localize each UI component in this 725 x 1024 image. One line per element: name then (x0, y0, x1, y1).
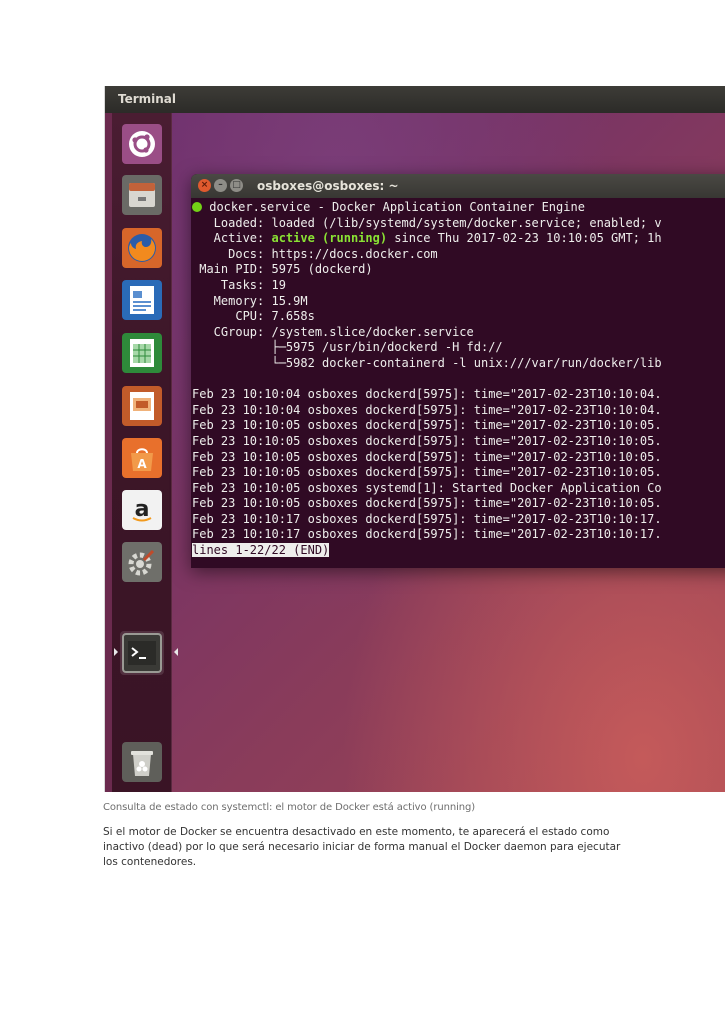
launcher-item-writer[interactable] (120, 278, 164, 322)
settings-icon (122, 542, 162, 582)
software-center-icon: A (122, 438, 162, 478)
terminal-line: Docs: https://docs.docker.com (192, 246, 438, 261)
terminal-line: CGroup: /system.slice/docker.service (192, 324, 474, 339)
close-icon[interactable]: × (198, 179, 211, 192)
amazon-icon: a (122, 490, 162, 530)
launcher-item-terminal[interactable] (120, 631, 164, 675)
terminal-title: osboxes@osboxes: ~ (257, 179, 399, 193)
active-status: active (running) (271, 231, 388, 246)
terminal-line: Feb 23 10:10:05 osboxes systemd[1]: Star… (192, 480, 662, 495)
launcher-item-calc[interactable] (120, 331, 164, 375)
launcher-item-firefox[interactable] (120, 226, 164, 270)
terminal-line: Feb 23 10:10:05 osboxes dockerd[5975]: t… (192, 465, 662, 480)
terminal-line: Feb 23 10:10:05 osboxes dockerd[5975]: t… (192, 433, 662, 448)
terminal-line: Main PID: 5975 (dockerd) (192, 262, 373, 277)
terminal-line: ├─5975 /usr/bin/dockerd -H fd:// (192, 340, 503, 355)
terminal-line: Active: active (running) since Thu 2017-… (192, 231, 662, 246)
launcher: A a (112, 113, 178, 792)
body-paragraph: Si el motor de Docker se encuentra desac… (103, 826, 621, 868)
launcher-item-impress[interactable] (120, 384, 164, 428)
ubuntu-dash-icon (122, 124, 162, 164)
terminal-line: Feb 23 10:10:04 osboxes dockerd[5975]: t… (192, 387, 662, 402)
terminal-window[interactable]: × – □ osboxes@osboxes: ~ docker.service … (191, 174, 725, 568)
terminal-line: Feb 23 10:10:17 osboxes dockerd[5975]: t… (192, 511, 662, 526)
terminal-focus-indicator (174, 648, 178, 656)
terminal-line: Feb 23 10:10:05 osboxes dockerd[5975]: t… (192, 449, 662, 464)
svg-text:A: A (137, 457, 147, 471)
maximize-icon[interactable]: □ (230, 179, 243, 192)
firefox-icon (122, 228, 162, 268)
minimize-icon[interactable]: – (214, 179, 227, 192)
launcher-item-files[interactable] (120, 173, 164, 217)
files-icon (122, 175, 162, 215)
terminal-line: CPU: 7.658s (192, 309, 315, 324)
terminal-titlebar[interactable]: × – □ osboxes@osboxes: ~ (191, 174, 725, 198)
calc-icon (122, 333, 162, 373)
terminal-line: Feb 23 10:10:05 osboxes dockerd[5975]: t… (192, 496, 662, 511)
launcher-item-software[interactable]: A (120, 436, 164, 480)
launcher-item-trash[interactable] (120, 740, 164, 784)
status-dot-icon (192, 202, 202, 212)
terminal-line: Memory: 15.9M (192, 293, 308, 308)
terminal-line: Feb 23 10:10:17 osboxes dockerd[5975]: t… (192, 527, 662, 542)
terminal-line: Loaded: loaded (/lib/systemd/system/dock… (192, 215, 662, 230)
launcher-item-amazon[interactable]: a (120, 488, 164, 532)
writer-icon (122, 280, 162, 320)
terminal-icon (122, 633, 162, 673)
figure-caption: Consulta de estado con systemctl: el mot… (103, 802, 476, 813)
terminal-output[interactable]: docker.service - Docker Application Cont… (191, 198, 725, 559)
launcher-item-dash[interactable] (120, 122, 164, 166)
terminal-line: Feb 23 10:10:04 osboxes dockerd[5975]: t… (192, 402, 662, 417)
terminal-line: docker.service - Docker Application Cont… (192, 200, 725, 216)
terminal-line: └─5982 docker-containerd -l unix:///var/… (192, 355, 662, 370)
terminal-line: Tasks: 19 (192, 277, 286, 292)
trash-icon (122, 742, 162, 782)
ubuntu-screenshot: Terminal A a × – □ osboxes@osboxes: ~ do… (104, 86, 725, 792)
terminal-running-indicator (114, 648, 118, 656)
terminal-line: Feb 23 10:10:05 osboxes dockerd[5975]: t… (192, 418, 662, 433)
svg-text:a: a (135, 497, 150, 522)
top-panel: Terminal (105, 86, 725, 113)
top-panel-title: Terminal (118, 92, 177, 106)
launcher-item-settings[interactable] (120, 540, 164, 584)
impress-icon (122, 386, 162, 426)
pager-status-line: lines 1-22/22 (END) (192, 543, 330, 558)
